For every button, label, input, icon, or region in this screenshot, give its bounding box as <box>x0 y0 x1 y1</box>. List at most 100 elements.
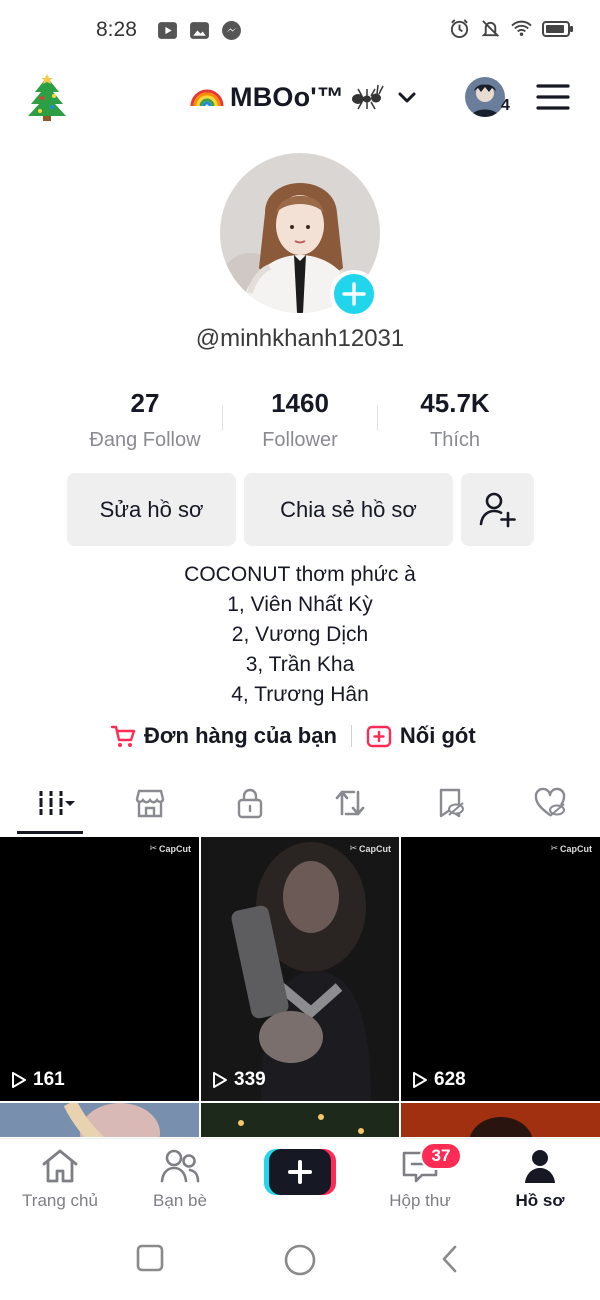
capcut-watermark: ✂ CapCut <box>550 843 592 854</box>
stat-likes[interactable]: 45.7K Thích <box>378 388 532 452</box>
add-user-icon <box>479 492 516 527</box>
play-icon <box>213 1072 227 1088</box>
orders-link-label: Đơn hàng của bạn <box>144 723 337 748</box>
link-separator <box>350 725 352 747</box>
bio-line: 4, Trương Hân <box>231 683 369 706</box>
profile-bio: COCONUT thơm phức à 1, Viên Nhất Kỳ 2, V… <box>0 560 600 710</box>
cart-icon <box>110 725 136 747</box>
video-grid: ✂ CapCut 161 ✂ CapCut 339 ✂ CapCut 628 <box>0 837 600 1137</box>
alarm-icon <box>450 19 469 39</box>
video-thumbnail[interactable] <box>401 1103 600 1137</box>
home-circle-icon[interactable] <box>283 1243 317 1277</box>
christmas-tree-icon[interactable] <box>26 74 68 122</box>
profile-stats: 27 Đang Follow 1460 Follower 45.7K Thích <box>68 388 532 452</box>
linked-account-count: 4 <box>501 97 510 114</box>
stat-value: 1460 <box>271 388 329 418</box>
video-thumbnail[interactable] <box>0 1103 199 1137</box>
plus-square-icon <box>366 725 392 748</box>
lock-icon <box>237 788 263 819</box>
profile-header: MBOo'™ 4 <box>0 64 600 134</box>
view-count: 161 <box>10 1069 65 1091</box>
capcut-watermark: ✂ CapCut <box>349 843 391 854</box>
bottom-nav: Trang chủ Bạn bè Hộp thư 37 Hồ sơ <box>0 1138 600 1218</box>
gallery-app-icon <box>190 22 209 39</box>
profile-icon <box>525 1150 555 1183</box>
rainbow-icon <box>190 89 224 107</box>
nav-profile[interactable]: Hồ sơ <box>480 1147 600 1211</box>
status-bar: 8:28 <box>0 0 600 64</box>
add-on-link[interactable]: Nối gót <box>366 723 476 749</box>
chevron-down-icon <box>398 92 416 103</box>
video-app-icon <box>158 22 177 39</box>
home-icon <box>42 1149 78 1183</box>
orders-link[interactable]: Đơn hàng của bạn <box>110 723 337 749</box>
friends-icon <box>160 1149 200 1183</box>
video-thumbnail[interactable]: ✂ CapCut 161 <box>0 837 199 1101</box>
username: @minhkhanh12031 <box>195 325 405 352</box>
wifi-icon <box>511 20 532 36</box>
recent-apps-icon[interactable] <box>136 1244 164 1272</box>
capcut-watermark: ✂ CapCut <box>149 843 191 854</box>
tab-private[interactable] <box>226 778 274 828</box>
stat-following[interactable]: 27 Đang Follow <box>68 388 222 452</box>
video-thumbnail[interactable] <box>201 1103 399 1137</box>
nav-friends-label: Bạn bè <box>153 1191 207 1210</box>
menu-icon[interactable] <box>536 82 570 112</box>
add-on-link-label: Nối gót <box>399 723 476 748</box>
back-icon[interactable] <box>438 1244 462 1274</box>
tab-shop[interactable] <box>126 778 174 828</box>
bio-line: 1, Viên Nhất Kỳ <box>227 593 373 616</box>
stat-followers[interactable]: 1460 Follower <box>223 388 377 452</box>
status-system-icons <box>449 18 574 39</box>
account-name: MBOo'™ <box>230 81 345 112</box>
play-icon <box>413 1072 427 1088</box>
add-story-button[interactable] <box>330 270 378 318</box>
status-notification-icons <box>157 20 242 41</box>
repost-icon <box>335 790 365 816</box>
video-thumbnail[interactable]: ✂ CapCut 628 <box>401 837 600 1101</box>
nav-inbox-label: Hộp thư <box>389 1191 451 1210</box>
content-tabs <box>0 778 600 836</box>
nav-home[interactable]: Trang chủ <box>0 1147 120 1211</box>
create-button[interactable] <box>264 1149 336 1195</box>
system-navigation-bar <box>0 1218 600 1300</box>
nav-home-label: Trang chủ <box>22 1191 98 1210</box>
bookmark-hidden-icon <box>439 788 464 818</box>
video-thumbnail[interactable]: ✂ CapCut 339 <box>201 837 399 1101</box>
view-count: 628 <box>411 1069 466 1091</box>
active-tab-indicator <box>17 831 83 834</box>
ant-icon <box>352 84 384 110</box>
profile-actions: Sửa hồ sơ Chia sẻ hồ sơ <box>67 473 534 546</box>
battery-icon <box>542 20 573 37</box>
view-count: 339 <box>211 1069 266 1091</box>
add-friend-button[interactable] <box>461 473 534 546</box>
tab-reposts[interactable] <box>326 778 374 828</box>
nav-profile-label: Hồ sơ <box>515 1191 565 1210</box>
bio-line: 2, Vương Dịch <box>231 623 369 646</box>
status-time: 8:28 <box>96 18 137 41</box>
mute-icon <box>481 20 500 37</box>
bio-line: COCONUT thơm phức à <box>184 563 416 586</box>
bio-line: 3, Trần Kha <box>245 653 355 676</box>
tab-favorites[interactable] <box>426 778 474 828</box>
tab-liked[interactable] <box>526 778 574 828</box>
tab-videos[interactable] <box>20 778 84 828</box>
stat-label: Thích <box>429 429 481 451</box>
messenger-app-icon <box>222 21 241 40</box>
shop-icon <box>135 789 165 818</box>
linked-accounts-button[interactable]: 4 <box>465 75 517 121</box>
share-profile-button[interactable]: Chia sẻ hồ sơ <box>244 473 453 546</box>
stat-label: Follower <box>262 429 338 451</box>
edit-profile-button[interactable]: Sửa hồ sơ <box>67 473 236 546</box>
stat-label: Đang Follow <box>89 429 201 451</box>
profile-links: Đơn hàng của bạn Nối gót <box>110 723 476 749</box>
nav-friends[interactable]: Bạn bè <box>120 1147 240 1211</box>
grid-icon <box>37 791 75 815</box>
play-icon <box>12 1072 26 1088</box>
inbox-badge: 37 <box>420 1142 462 1170</box>
plus-icon <box>342 282 366 306</box>
heart-hidden-icon <box>534 787 566 817</box>
account-switcher[interactable]: MBOo'™ <box>190 80 418 114</box>
stat-value: 27 <box>130 388 160 418</box>
linked-account-avatar <box>465 77 505 117</box>
